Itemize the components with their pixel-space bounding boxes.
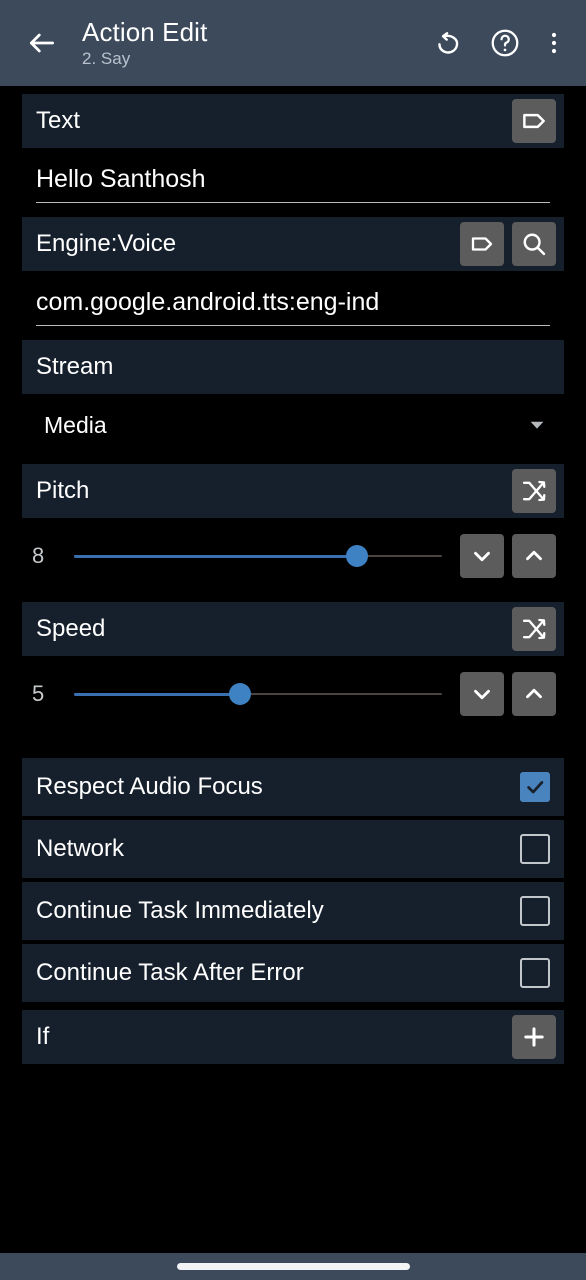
section-label-if: If: [36, 1023, 50, 1050]
revert-button[interactable]: [426, 20, 472, 66]
page-subtitle: 2. Say: [82, 48, 131, 68]
engine-voice-field-value: com.google.android.tts:eng-ind: [36, 288, 380, 316]
engine-voice-search-button[interactable]: [512, 222, 556, 266]
section-label-engine-voice: Engine:Voice: [36, 230, 177, 257]
arrow-left-icon: [26, 27, 58, 59]
pitch-slider-fill: [74, 554, 358, 558]
engine-voice-field-inner: com.google.android.tts:eng-ind: [36, 285, 550, 326]
pitch-increment-button[interactable]: [512, 534, 556, 578]
engine-voice-tag-button[interactable]: [460, 222, 504, 266]
chevron-up-icon: [521, 681, 547, 707]
chevron-down-icon: [526, 414, 548, 436]
section-actions-if: [512, 1015, 556, 1059]
help-circle-icon: [489, 27, 521, 59]
text-field-inner: Hello Santhosh: [36, 162, 550, 203]
checkbox-row[interactable]: Continue Task Immediately: [22, 882, 564, 940]
gesture-home-handle[interactable]: [176, 1263, 410, 1270]
checkbox-checked-icon[interactable]: [520, 772, 550, 802]
section-header-speed: Speed: [22, 602, 564, 656]
section-actions-pitch: [512, 469, 556, 513]
chevron-up-icon: [521, 543, 547, 569]
app-bar: Action Edit 2. Say: [0, 0, 586, 86]
tag-icon: [519, 106, 549, 136]
settings-list: Text Hello Santhosh Engine:Voice com.goo…: [0, 86, 586, 1253]
section-label-stream: Stream: [36, 353, 114, 380]
pitch-slider-thumb[interactable]: [346, 545, 369, 567]
app-bar-actions: [426, 20, 570, 66]
if-add-button[interactable]: [512, 1015, 556, 1059]
checkbox-label: Continue Task After Error: [36, 959, 304, 986]
checkbox-unchecked-icon[interactable]: [520, 896, 550, 926]
section-label-speed: Speed: [36, 615, 106, 642]
checkbox-row[interactable]: Respect Audio Focus: [22, 758, 564, 816]
section-actions-text: [512, 99, 556, 143]
text-field-value: Hello Santhosh: [36, 165, 206, 193]
search-icon: [520, 230, 548, 258]
chevron-down-icon: [469, 543, 495, 569]
checkbox-unchecked-icon[interactable]: [520, 958, 550, 988]
speed-slider-fill: [74, 692, 240, 696]
section-label-pitch: Pitch: [36, 477, 90, 504]
pitch-shuffle-button[interactable]: [512, 469, 556, 513]
overflow-menu-button[interactable]: [538, 20, 570, 66]
section-header-engine-voice: Engine:Voice: [22, 217, 564, 271]
section-actions-engine-voice: [460, 222, 556, 266]
checkbox-label: Continue Task Immediately: [36, 897, 324, 924]
stream-dropdown-value: Media: [44, 412, 107, 438]
back-button[interactable]: [18, 19, 66, 67]
speed-increment-button[interactable]: [512, 672, 556, 716]
speed-value: 5: [32, 681, 45, 706]
help-button[interactable]: [482, 20, 528, 66]
page-title: Action Edit: [82, 16, 208, 47]
checkbox-list: Respect Audio Focus Network Continue Task …: [0, 758, 586, 1002]
pitch-decrement-button[interactable]: [460, 534, 504, 578]
speed-stepper: [460, 672, 556, 716]
pitch-value: 8: [32, 543, 45, 568]
shuffle-icon: [520, 615, 548, 643]
section-actions-speed: [512, 607, 556, 651]
checkbox-row[interactable]: Network: [22, 820, 564, 878]
chevron-down-icon: [469, 681, 495, 707]
engine-voice-field[interactable]: com.google.android.tts:eng-ind: [22, 271, 564, 326]
section-header-pitch: Pitch: [22, 464, 564, 518]
more-vertical-icon: [542, 29, 566, 57]
checkbox-row[interactable]: Continue Task After Error: [22, 944, 564, 1002]
section-header-if: If: [22, 1010, 564, 1064]
speed-slider-row: 5: [22, 656, 564, 732]
speed-shuffle-button[interactable]: [512, 607, 556, 651]
checkbox-label: Network: [36, 835, 125, 862]
section-header-text: Text: [22, 94, 564, 148]
speed-slider-thumb[interactable]: [228, 683, 251, 705]
speed-slider[interactable]: [74, 674, 442, 714]
undo-icon: [434, 28, 464, 58]
section-header-stream: Stream: [22, 340, 564, 394]
shuffle-icon: [520, 477, 548, 505]
plus-icon: [520, 1023, 548, 1051]
speed-decrement-button[interactable]: [460, 672, 504, 716]
tag-icon: [468, 230, 496, 258]
system-navigation-bar: [0, 1253, 586, 1280]
checkbox-label: Respect Audio Focus: [36, 773, 263, 800]
pitch-stepper: [460, 534, 556, 578]
action-edit-screen: Action Edit 2. Say Text Hello Santhosh E…: [0, 0, 586, 1280]
pitch-slider-row: 8: [22, 518, 564, 594]
section-label-text: Text: [36, 107, 81, 134]
checkbox-unchecked-icon[interactable]: [520, 834, 550, 864]
pitch-slider[interactable]: [74, 536, 442, 576]
text-tag-button[interactable]: [512, 99, 556, 143]
title-block: Action Edit 2. Say: [82, 17, 426, 70]
stream-dropdown[interactable]: Media: [22, 394, 564, 456]
text-field[interactable]: Hello Santhosh: [22, 148, 564, 203]
